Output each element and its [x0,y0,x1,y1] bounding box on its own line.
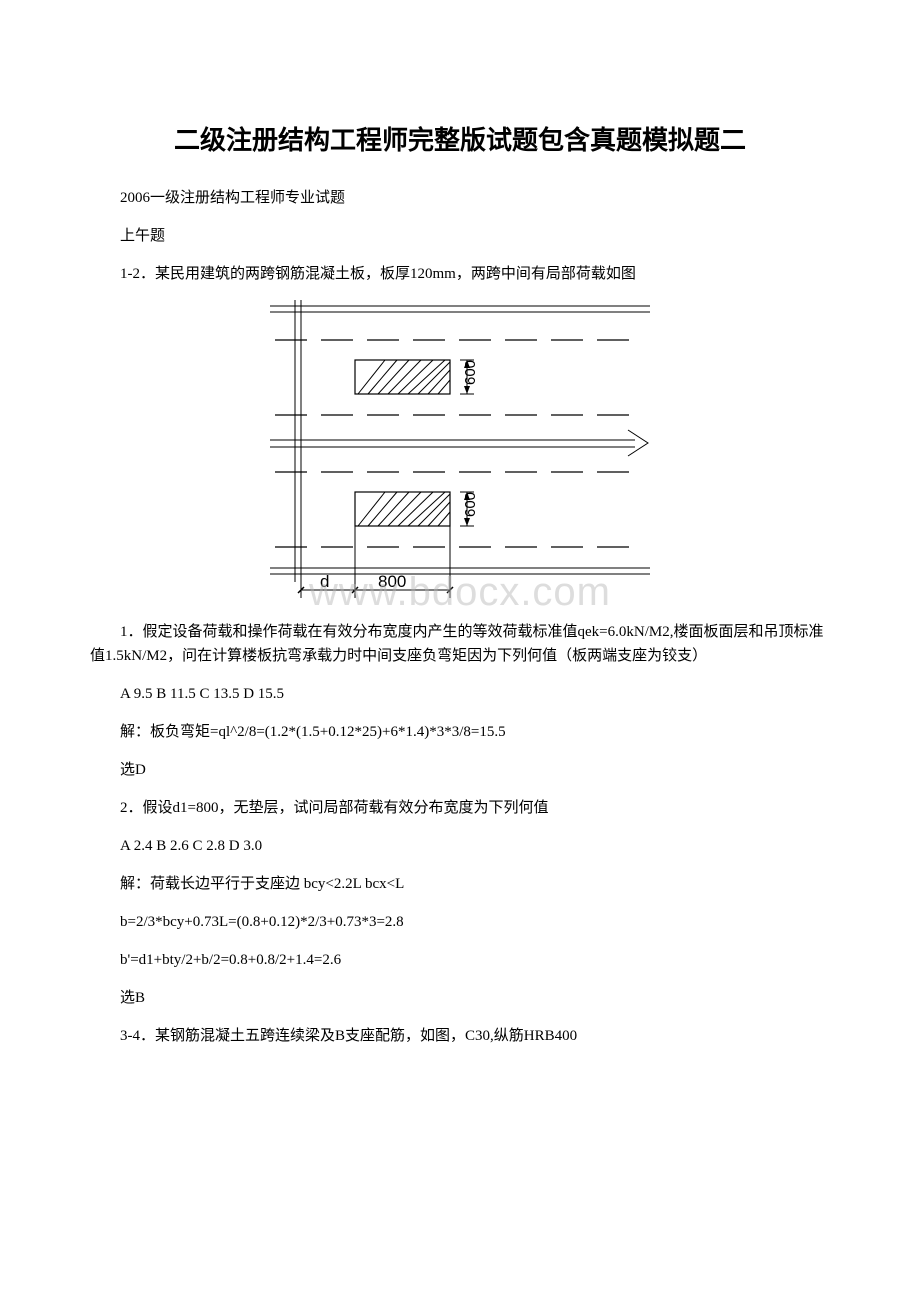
diagram-svg: 600 600 [270,300,650,600]
question-2-text: 2．假设d1=800，无垫层，试问局部荷载有效分布宽度为下列何值 [90,796,830,820]
dim-600-bot: 600 [462,492,479,517]
slab-diagram: 600 600 [90,300,830,608]
question-2-solution-2: b=2/3*bcy+0.73L=(0.8+0.12)*2/3+0.73*3=2.… [90,910,830,934]
dim-800: 800 [378,572,406,591]
dim-d: d [320,572,329,591]
question-1-text: 1．假定设备荷载和操作荷载在有效分布宽度内产生的等效荷载标准值qek=6.0kN… [90,620,830,668]
page-title: 二级注册结构工程师完整版试题包含真题模拟题二 [90,120,830,162]
question-2-options: A 2.4 B 2.6 C 2.8 D 3.0 [90,834,830,858]
dim-600-top: 600 [462,360,479,385]
question-1-2-stem: 1-2．某民用建筑的两跨钢筋混凝土板，板厚120mm，两跨中间有局部荷载如图 [90,262,830,286]
question-1-answer: 选D [90,758,830,782]
question-2-solution-1: 解：荷载长边平行于支座边 bcy<2.2L bcx<L [90,872,830,896]
question-1-solution: 解：板负弯矩=ql^2/8=(1.2*(1.5+0.12*25)+6*1.4)*… [90,720,830,744]
question-3-4-text: 3-4．某钢筋混凝土五跨连续梁及B支座配筋，如图，C30,纵筋HRB400 [90,1024,830,1048]
question-1-options: A 9.5 B 11.5 C 13.5 D 15.5 [90,682,830,706]
question-2-answer: 选B [90,986,830,1010]
intro-line-1: 2006一级注册结构工程师专业试题 [90,186,830,210]
question-2-solution-3: b'=d1+bty/2+b/2=0.8+0.8/2+1.4=2.6 [90,948,830,972]
intro-line-2: 上午题 [90,224,830,248]
